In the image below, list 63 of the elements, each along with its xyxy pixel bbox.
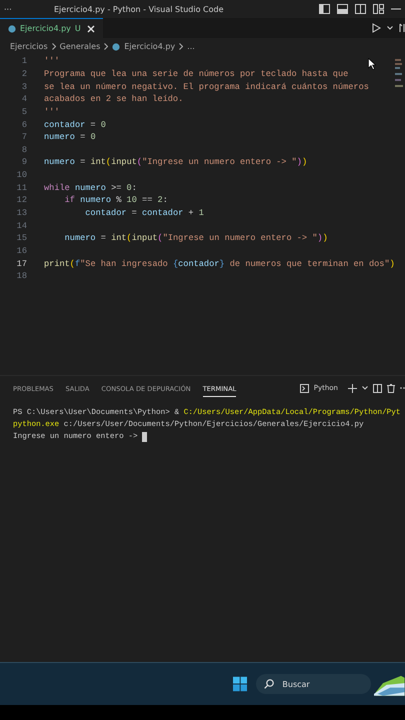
breadcrumb-item[interactable]: Ejercicios [10,42,48,51]
line-number: 6 [20,120,27,130]
add-icon[interactable] [348,384,357,392]
line-number: 10 [16,170,27,180]
run-icon[interactable] [372,23,381,33]
line-number: 13 [16,208,27,218]
terminal-icon [300,384,309,392]
python-file-icon [112,42,120,50]
line-number: 12 [16,195,27,206]
line-number: 4 [20,94,27,104]
code-line: Programa que lea una serie de números por teclado hasta que [44,68,348,79]
code-line: ''' [44,106,60,117]
line-number: 5 [20,106,27,117]
caret-icon[interactable] [362,386,368,390]
search-icon [264,679,274,689]
window-title: Ejercicio4.py - Python - Visual Studio Code [54,4,224,14]
code-line: ''' [44,56,60,66]
chevron-icon [179,43,184,50]
panel-toggle-icon[interactable] [337,4,348,14]
line-number: 1 [20,56,27,66]
line-number: 3 [20,82,27,92]
code-line: se lea un número negativo. El programa indicará cuántos números [44,82,369,92]
code-line: numero = int(input("Ingrese un numero entero -> ")) [44,157,308,168]
sidebar-toggle-icon[interactable] [319,4,330,14]
python-file-icon [8,24,16,32]
line-number: 11 [16,182,27,193]
breadcrumb-item[interactable]: Ejercicio4.py [124,42,176,51]
code-line: print(f"Se han ingresado {contador} de numeros que terminan en dos") [44,258,395,269]
trash-icon[interactable] [387,384,395,392]
layout-grid-icon[interactable] [373,4,384,14]
code-line: contador = contador + 1 [84,208,204,218]
minimap [395,59,403,89]
code-line: numero = 0 [44,132,96,142]
line-number: 15 [16,233,27,244]
caret-icon[interactable] [387,26,393,30]
line-number: 7 [20,132,27,142]
code-line: acabados en 2 se han leído. [44,94,184,104]
editor-tab[interactable]: Ejercicio4.py U [0,18,103,38]
close-icon[interactable] [86,24,95,32]
menu-button[interactable]: ··· [4,4,54,14]
text-cursor [142,432,148,442]
search-field[interactable]: Buscar [256,674,372,694]
windows-start-icon[interactable] [233,676,248,692]
breadcrumb-item[interactable]: ... [187,42,195,51]
mouse-pointer-icon [368,58,376,70]
line-number: 2 [20,68,27,79]
chevron-icon [52,43,56,50]
line-number: 16 [16,246,27,256]
code-line: if numero % 10 == 2: [64,195,168,206]
git-status: U [74,24,81,33]
code-line: numero = int(input("Ingrese un numero entero -> ")) [64,233,328,244]
tab-label: Ejercicio4.py [20,24,71,33]
code-line: contador = 0 [44,120,106,130]
chevron-icon [104,43,108,50]
split-terminal-icon[interactable] [373,384,382,392]
line-number: 9 [20,157,27,168]
line-number: 14 [16,220,27,231]
split-editor-icon[interactable] [355,4,366,14]
code-line: while numero >= 0: [44,182,137,193]
line-number: 8 [20,144,27,155]
line-number: 17 [16,258,27,269]
breadcrumb-item[interactable]: Generales [60,42,100,51]
line-number: 18 [16,271,27,282]
